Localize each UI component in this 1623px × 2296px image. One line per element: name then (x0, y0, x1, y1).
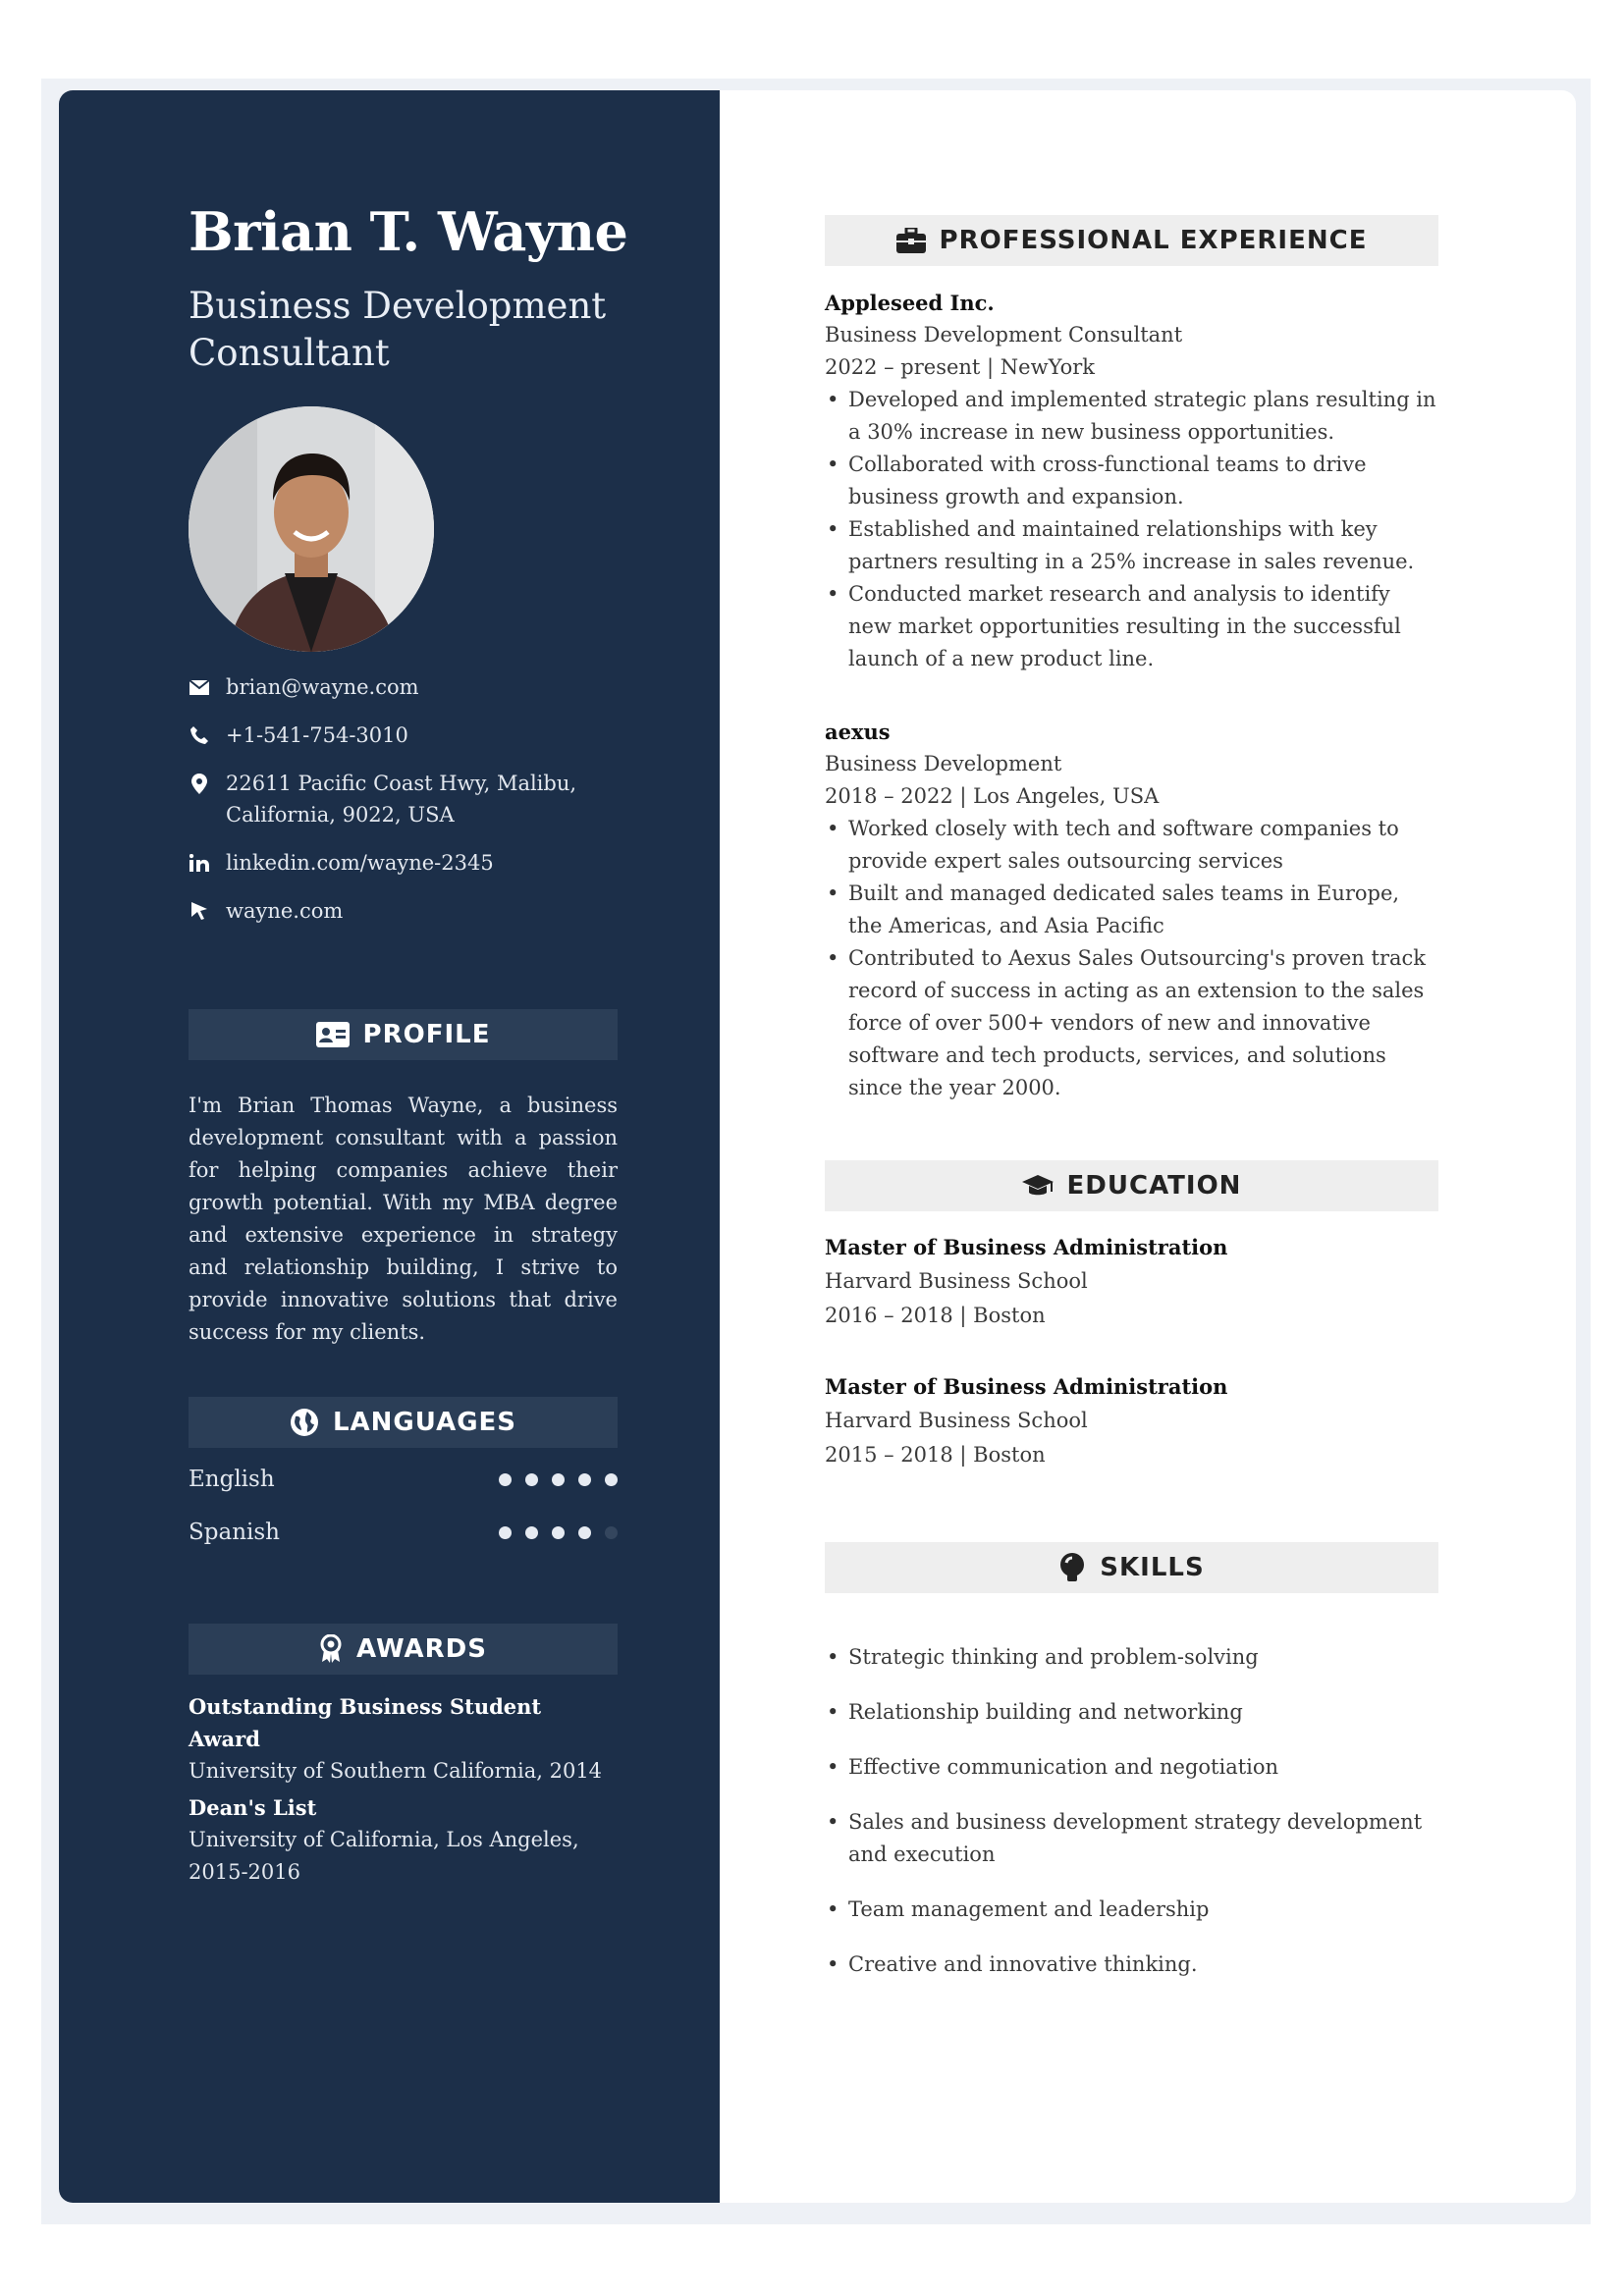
language-level-rating (499, 1525, 618, 1539)
job-bullets: Developed and implemented strategic plan… (825, 384, 1438, 675)
education-meta: 2015 – 2018 | Boston (825, 1443, 1046, 1467)
rating-dot (605, 1525, 618, 1539)
skill-item: Strategic thinking and problem-solving (825, 1641, 1438, 1674)
rating-dot (525, 1525, 538, 1539)
skill-item: Team management and leadership (825, 1894, 1438, 1926)
contact-text: linkedin.com/wayne-2345 (226, 851, 494, 875)
experience-heading-text: PROFESSIONAL EXPERIENCE (939, 226, 1368, 255)
contact-phone[interactable]: +1-541-754-3010 (189, 720, 618, 751)
contact-website[interactable]: wayne.com (189, 895, 618, 927)
awards-heading: AWARDS (189, 1624, 618, 1675)
award-ribbon-icon (319, 1634, 343, 1664)
degree-name: Master of Business Administration (825, 1374, 1228, 1399)
award-item: Outstanding Business Student Award Unive… (189, 1690, 618, 1788)
education-entry: Master of Business Administration Harvar… (825, 1230, 1438, 1333)
phone-icon (189, 724, 210, 746)
rating-dot (605, 1472, 618, 1486)
avatar (189, 406, 434, 652)
education-heading-text: EDUCATION (1066, 1171, 1242, 1201)
lightbulb-icon (1058, 1553, 1086, 1582)
skill-item: Effective communication and negotiation (825, 1751, 1438, 1784)
job-bullet: Built and managed dedicated sales teams … (825, 878, 1438, 942)
job-entry: aexus Business Development 2018 – 2022 |… (825, 716, 1438, 1104)
job-bullet: Contributed to Aexus Sales Outsourcing's… (825, 942, 1438, 1104)
contact-list: brian@wayne.com +1-541-754-3010 22611 Pa… (189, 671, 618, 943)
rating-dot (578, 1525, 591, 1539)
linkedin-icon (189, 852, 210, 874)
award-name: Outstanding Business Student Award (189, 1694, 542, 1751)
contact-text: +1-541-754-3010 (226, 723, 408, 747)
job-meta: 2022 – present | NewYork (825, 355, 1096, 379)
resume-page: Brian T. Wayne Business Development Cons… (59, 90, 1576, 2203)
contact-text: brian@wayne.com (226, 675, 419, 699)
rating-dot (499, 1472, 512, 1486)
job-bullet: Collaborated with cross-functional teams… (825, 449, 1438, 513)
contact-text: 22611 Pacific Coast Hwy, Malibu, Califor… (226, 772, 577, 827)
profile-summary: I'm Brian Thomas Wayne, a business devel… (189, 1094, 618, 1344)
contact-text: wayne.com (226, 899, 344, 923)
education-meta: 2016 – 2018 | Boston (825, 1304, 1046, 1327)
job-role: Business Development (825, 752, 1062, 775)
id-card-icon (315, 1022, 350, 1047)
job-role: Business Development Consultant (825, 323, 1183, 347)
rating-dot (578, 1472, 591, 1486)
education-entry: Master of Business Administration Harvar… (825, 1369, 1438, 1472)
company-name: Appleseed Inc. (825, 291, 995, 315)
languages-heading-text: LANGUAGES (332, 1408, 517, 1437)
candidate-name: Brian T. Wayne (189, 200, 628, 263)
location-pin-icon (189, 773, 210, 794)
award-name: Dean's List (189, 1795, 317, 1820)
languages-heading: LANGUAGES (189, 1397, 618, 1448)
rating-dot (525, 1472, 538, 1486)
graduation-cap-icon (1021, 1174, 1054, 1198)
briefcase-icon (895, 228, 926, 253)
skills-list: Strategic thinking and problem-solving R… (825, 1641, 1438, 2003)
language-row-english: English (189, 1463, 618, 1496)
rating-dot (552, 1525, 565, 1539)
contact-linkedin[interactable]: linkedin.com/wayne-2345 (189, 847, 618, 879)
award-item: Dean's List University of California, Lo… (189, 1791, 618, 1889)
skill-item: Relationship building and networking (825, 1696, 1438, 1729)
award-detail: University of Southern California, 2014 (189, 1759, 603, 1783)
job-bullet: Developed and implemented strategic plan… (825, 384, 1438, 449)
skills-heading: SKILLS (825, 1542, 1438, 1593)
experience-heading: PROFESSIONAL EXPERIENCE (825, 215, 1438, 266)
language-row-spanish: Spanish (189, 1516, 618, 1549)
job-entry: Appleseed Inc. Business Development Cons… (825, 287, 1438, 675)
skills-heading-text: SKILLS (1100, 1553, 1205, 1582)
rating-dot (499, 1525, 512, 1539)
job-title: Business Development Consultant (189, 285, 607, 374)
job-meta: 2018 – 2022 | Los Angeles, USA (825, 784, 1160, 808)
award-detail: University of California, Los Angeles, 2… (189, 1828, 579, 1884)
language-name: English (189, 1467, 275, 1492)
skill-item: Creative and innovative thinking. (825, 1949, 1438, 1981)
skill-item: Sales and business development strategy … (825, 1806, 1438, 1871)
profile-heading: PROFILE (189, 1009, 618, 1060)
language-name: Spanish (189, 1520, 280, 1545)
awards-heading-text: AWARDS (356, 1634, 487, 1664)
language-level-rating (499, 1472, 618, 1486)
job-bullet: Established and maintained relationships… (825, 513, 1438, 578)
rating-dot (552, 1472, 565, 1486)
job-bullets: Worked closely with tech and software co… (825, 813, 1438, 1104)
company-name: aexus (825, 720, 891, 744)
sidebar: Brian T. Wayne Business Development Cons… (59, 90, 720, 2203)
education-heading: EDUCATION (825, 1160, 1438, 1211)
contact-email[interactable]: brian@wayne.com (189, 671, 618, 703)
profile-heading-text: PROFILE (362, 1020, 491, 1049)
globe-icon (290, 1408, 319, 1437)
school-name: Harvard Business School (825, 1269, 1088, 1293)
school-name: Harvard Business School (825, 1409, 1088, 1432)
envelope-icon (189, 676, 210, 698)
main-content: PROFESSIONAL EXPERIENCE Appleseed Inc. B… (825, 90, 1438, 2203)
job-bullet: Worked closely with tech and software co… (825, 813, 1438, 878)
job-bullet: Conducted market research and analysis t… (825, 578, 1438, 675)
cursor-icon (189, 900, 210, 922)
degree-name: Master of Business Administration (825, 1235, 1228, 1259)
contact-address: 22611 Pacific Coast Hwy, Malibu, Califor… (189, 768, 618, 830)
